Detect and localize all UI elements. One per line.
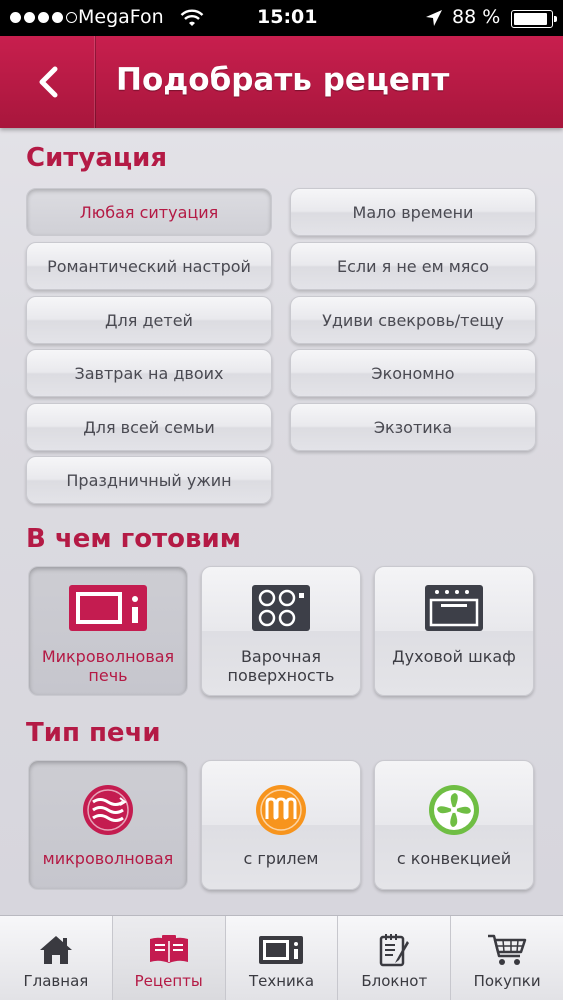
- notepad-icon: [380, 934, 410, 967]
- wifi-icon: [180, 8, 204, 33]
- situation-option-economical[interactable]: Экономно: [290, 349, 536, 397]
- tab-appliances[interactable]: Техника: [226, 916, 339, 1000]
- microwave-waves-icon: [83, 785, 133, 835]
- appliance-cooktop-tile[interactable]: Варочная поверхность: [201, 566, 361, 696]
- signal-strength-icon: [10, 12, 77, 23]
- battery-percentage: 88 %: [452, 6, 501, 28]
- tab-notepad-label: Блокнот: [361, 972, 428, 990]
- appliance-microwave-tile[interactable]: Микроволновая печь: [28, 566, 188, 696]
- fan-icon: [429, 785, 479, 835]
- tab-shopping-label: Покупки: [473, 972, 541, 990]
- microwave-icon: [69, 585, 147, 631]
- cooktop-icon: [252, 585, 310, 631]
- battery-icon: [511, 10, 557, 28]
- situation-option-whole-family[interactable]: Для всей семьи: [26, 403, 272, 451]
- grill-icon: [256, 785, 306, 835]
- situation-option-exotic[interactable]: Экзотика: [290, 403, 536, 451]
- oven-icon: [425, 585, 483, 631]
- clock: 15:01: [257, 6, 318, 28]
- oven-type-microwave-tile[interactable]: микроволновая: [28, 760, 188, 890]
- tab-recipes-label: Рецепты: [134, 972, 203, 990]
- cooking-section-title: В чем готовим: [26, 524, 241, 554]
- situation-section-title: Ситуация: [26, 143, 168, 173]
- oven-type-microwave-label: микроволновая: [42, 849, 174, 868]
- tab-notepad[interactable]: Блокнот: [338, 916, 452, 1000]
- tab-recipes[interactable]: Рецепты: [112, 916, 226, 1000]
- oven-type-grill-tile[interactable]: с грилем: [201, 760, 361, 890]
- tab-home[interactable]: Главная: [0, 916, 113, 1000]
- situation-option-little-time[interactable]: Мало времени: [290, 188, 536, 236]
- situation-option-breakfast-for-two[interactable]: Завтрак на двоих: [26, 349, 272, 397]
- appliance-icon: [259, 936, 304, 964]
- situation-option-kids[interactable]: Для детей: [26, 296, 272, 344]
- tab-appliances-label: Техника: [248, 972, 315, 990]
- situation-option-vegetarian[interactable]: Если я не ем мясо: [290, 242, 536, 290]
- chevron-left-icon: [39, 66, 57, 98]
- appliance-microwave-label: Микроволновая печь: [41, 647, 175, 685]
- carrier-name: MegaFon: [78, 6, 164, 28]
- tab-bar: Главная Рецепты Техника Блокнот Покупки: [0, 915, 563, 1000]
- home-icon: [39, 936, 72, 964]
- situation-option-any[interactable]: Любая ситуация: [26, 188, 272, 236]
- situation-option-romantic[interactable]: Романтический настрой: [26, 242, 272, 290]
- tab-home-label: Главная: [23, 972, 89, 990]
- tab-shopping[interactable]: Покупки: [451, 916, 563, 1000]
- oven-type-convection-tile[interactable]: с конвекцией: [374, 760, 534, 890]
- status-bar: MegaFon 15:01 88 %: [0, 0, 563, 36]
- cart-icon: [488, 934, 527, 965]
- location-arrow-icon: [425, 9, 443, 32]
- oven-type-grill-label: с грилем: [243, 849, 319, 868]
- recipe-book-icon: [149, 935, 188, 963]
- situation-option-in-laws[interactable]: Удиви свекровь/тещу: [290, 296, 536, 344]
- appliance-oven-tile[interactable]: Духовой шкаф: [374, 566, 534, 696]
- nav-header: Подобрать рецепт: [0, 36, 563, 128]
- situation-option-holiday-dinner[interactable]: Праздничный ужин: [26, 456, 272, 504]
- oven-type-section-title: Тип печи: [26, 718, 161, 748]
- appliance-cooktop-label: Варочная поверхность: [227, 647, 335, 685]
- appliance-oven-label: Духовой шкаф: [392, 647, 516, 666]
- back-button[interactable]: [0, 36, 96, 128]
- oven-type-convection-label: с конвекцией: [396, 849, 512, 868]
- page-title: Подобрать рецепт: [116, 62, 450, 98]
